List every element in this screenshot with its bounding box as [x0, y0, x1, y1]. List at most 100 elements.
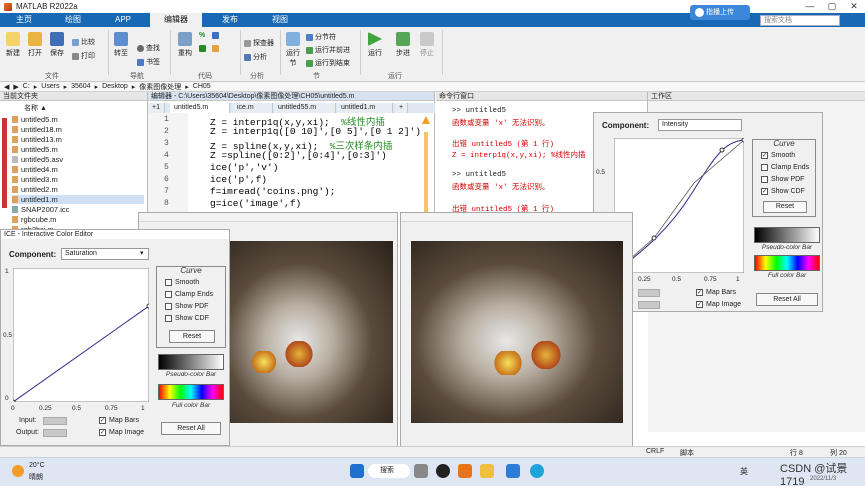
edge-icon[interactable] — [530, 464, 544, 478]
code-line[interactable]: Z =spline([0:2]',[0:4]',[0:3]') — [210, 150, 387, 161]
code-line[interactable]: ice('p',f) — [210, 174, 267, 185]
file-item[interactable]: untitled5.m — [12, 145, 58, 154]
matlab-icon[interactable] — [458, 464, 472, 478]
path-part[interactable]: Users — [41, 83, 59, 90]
smooth-checkbox[interactable]: ✓ Smooth — [761, 152, 795, 159]
path-part[interactable]: CH05 — [193, 83, 211, 90]
file-item[interactable]: untitled5.asv — [12, 155, 63, 164]
tab-view[interactable]: 视图 — [262, 13, 298, 27]
tab-editor[interactable]: 编辑器 — [150, 13, 202, 27]
address-bar[interactable]: ◀ ▶ C: ▸ Users ▸ 35604 ▸ Desktop ▸ 像素图像处理 ▸ C… — [0, 82, 865, 92]
file-item[interactable]: untitled5.m — [12, 115, 58, 124]
run-advance-button[interactable]: 运行并前进 — [306, 45, 350, 55]
mail-icon[interactable] — [506, 464, 520, 478]
reset-button[interactable]: Reset — [169, 330, 215, 343]
component-select[interactable]: Saturation — [61, 248, 149, 260]
show-cdf-checkbox[interactable]: Show CDF — [165, 315, 209, 322]
maximize-button[interactable]: ▢ — [821, 0, 843, 13]
run-button[interactable]: 运行 — [364, 32, 386, 58]
code-line[interactable]: ice('p','v') — [210, 162, 278, 173]
show-cdf-checkbox[interactable]: ✓ Show CDF — [761, 188, 805, 195]
search-docs-input[interactable]: 搜索文档 — [760, 15, 840, 26]
control-point[interactable] — [146, 303, 149, 309]
step-button[interactable]: 步进 — [392, 32, 414, 58]
file-item[interactable]: rgbcube.m — [12, 215, 56, 224]
tab-publish[interactable]: 发布 — [212, 13, 248, 27]
open-button[interactable]: 打开 — [25, 32, 45, 58]
file-item[interactable]: untitled2.m — [12, 185, 58, 194]
clamp-ends-checkbox[interactable]: Clamp Ends — [165, 291, 213, 298]
wrap-icon[interactable] — [212, 45, 219, 52]
drive[interactable]: C: — [23, 83, 30, 90]
editor-tab-ice[interactable]: ice.m — [233, 103, 273, 113]
comment-icon[interactable] — [199, 45, 206, 52]
component-select[interactable]: Intensity — [658, 119, 742, 131]
editor-tab-untitled1[interactable]: untitled1.m — [337, 103, 393, 113]
run-section-button[interactable]: 运行节 — [283, 32, 303, 68]
show-pdf-checkbox[interactable]: Show PDF — [165, 303, 208, 310]
code-line[interactable]: Z = interp1q([0 10]',[0 5]',[0 1 2]') — [210, 126, 421, 137]
clamp-ends-checkbox[interactable]: Clamp Ends — [761, 164, 809, 171]
path-part[interactable]: 35604 — [71, 83, 90, 90]
control-point[interactable] — [741, 138, 744, 143]
stop-button[interactable]: 停止 — [416, 32, 438, 58]
control-point[interactable] — [719, 147, 725, 153]
tab-plots[interactable]: 绘图 — [55, 13, 91, 27]
refactor-button[interactable]: 重构 — [174, 32, 196, 58]
file-item[interactable]: untitled3.m — [12, 175, 58, 184]
goto-button[interactable]: 转至 — [111, 32, 131, 58]
editor-tab-untitled5[interactable]: untitled5.m — [170, 103, 230, 113]
reset-button[interactable]: Reset — [763, 201, 807, 213]
task-view-icon[interactable] — [414, 464, 428, 478]
save-button[interactable]: 保存 — [47, 32, 67, 58]
curve-plot[interactable] — [614, 138, 744, 273]
reset-all-button[interactable]: Reset All — [161, 422, 221, 435]
map-image-checkbox[interactable]: ✓ Map Image — [99, 429, 144, 436]
qq-icon[interactable] — [436, 464, 450, 478]
show-pdf-checkbox[interactable]: Show PDF — [761, 176, 804, 183]
percent-icon[interactable]: % — [199, 32, 205, 39]
taskbar-search[interactable]: 搜索 — [368, 464, 410, 478]
curve-plot[interactable] — [13, 268, 149, 402]
map-bars-checkbox[interactable]: ✓ Map Bars — [99, 417, 139, 424]
tab-home[interactable]: 主页 — [6, 13, 42, 27]
weather-icon[interactable] — [12, 465, 24, 477]
find-button[interactable]: 查找 — [137, 43, 160, 53]
run-to-end-button[interactable]: 运行到结束 — [306, 58, 350, 68]
profiler-button[interactable]: 探查器 — [244, 38, 274, 48]
windows-start-icon[interactable] — [350, 464, 364, 478]
smooth-checkbox[interactable]: Smooth — [165, 279, 199, 286]
print-button[interactable]: 打印 — [72, 51, 95, 61]
indent-icon[interactable] — [212, 32, 219, 39]
map-image-checkbox[interactable]: ✓ Map Image — [696, 301, 741, 308]
map-bars-checkbox[interactable]: ✓ Map Bars — [696, 289, 736, 296]
control-point[interactable] — [13, 399, 16, 402]
path-part[interactable]: Desktop — [102, 83, 128, 90]
editor-tab-count[interactable]: +1 — [148, 103, 165, 113]
name-column-header[interactable]: 名称 ▲ — [24, 103, 47, 113]
control-point[interactable] — [651, 235, 657, 241]
analyze-button[interactable]: 分析 — [244, 52, 267, 62]
forward-icon[interactable]: ▶ — [13, 83, 18, 91]
close-button[interactable]: ✕ — [843, 0, 865, 13]
code-line[interactable]: f=imread('coins.png'); — [210, 186, 335, 197]
new-button[interactable]: 新建 — [3, 32, 23, 58]
reset-all-button[interactable]: Reset All — [756, 293, 818, 306]
back-icon[interactable]: ◀ — [4, 83, 9, 91]
file-item[interactable]: SNAP2007.icc — [12, 205, 69, 214]
file-item[interactable]: untitled13.m — [12, 135, 62, 144]
new-tab-button[interactable]: + — [395, 103, 409, 113]
ime-indicator[interactable]: 英 — [740, 466, 748, 477]
code-line[interactable]: g=ice('image',f) — [210, 198, 301, 209]
file-explorer-icon[interactable] — [480, 464, 494, 478]
file-item[interactable]: untitled18.m — [12, 125, 62, 134]
path-part[interactable]: 像素图像处理 — [139, 82, 181, 92]
compare-button[interactable]: 比较 — [72, 37, 95, 47]
minimize-button[interactable]: — — [799, 0, 821, 13]
file-item[interactable]: untitled4.m — [12, 165, 58, 174]
section-break-button[interactable]: 分节符 — [306, 32, 336, 42]
editor-tab-untitled55[interactable]: untitled55.m — [274, 103, 336, 113]
bookmark-button[interactable]: 书签 — [137, 57, 160, 67]
warning-icon[interactable] — [422, 116, 430, 124]
tab-apps[interactable]: APP — [105, 13, 141, 27]
